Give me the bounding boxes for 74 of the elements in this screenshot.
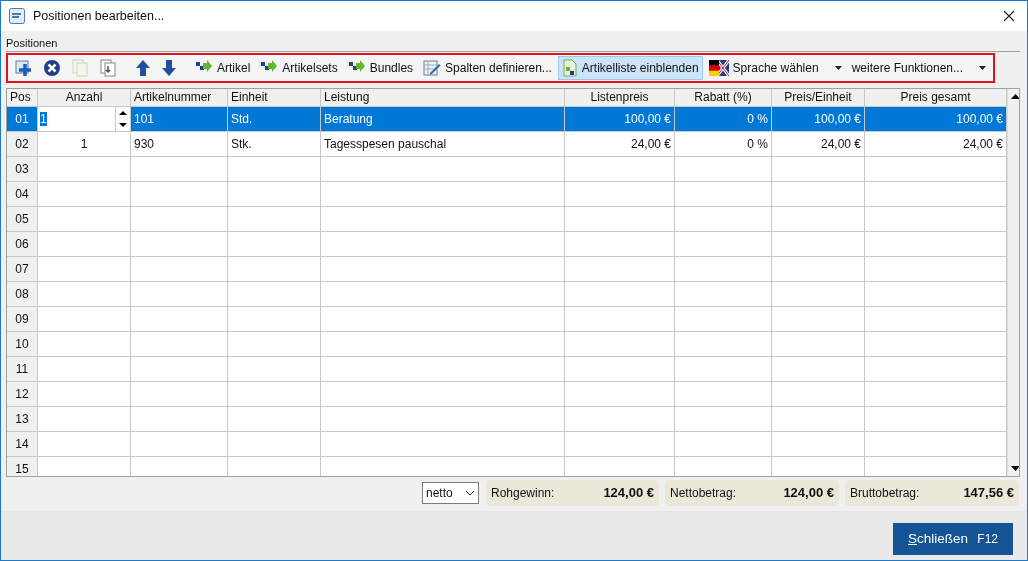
table-cell: 0 % [747, 137, 768, 151]
total-value: 147,56 € [963, 484, 1014, 503]
table-cell: Tagesspesen pauschal [324, 137, 447, 151]
table-row[interactable]: 12 [7, 382, 1007, 407]
table-cell: 100,00 € [956, 112, 1003, 126]
table-row[interactable]: 03 [7, 157, 1007, 182]
table-cell: Std. [231, 112, 253, 126]
table-row[interactable]: 10 [7, 332, 1007, 357]
row-header[interactable]: 05 [7, 207, 38, 232]
table-cell: 0 % [747, 112, 768, 126]
table-cell: 24,00 € [630, 137, 671, 151]
total-label: Rohgewinn: [491, 485, 555, 502]
table-row[interactable]: 14 [7, 432, 1007, 457]
row-header[interactable]: 13 [7, 407, 38, 432]
copy-icon [71, 59, 89, 77]
table-row[interactable]: 06 [7, 232, 1007, 257]
toolbar-button[interactable]: Bundles [343, 56, 418, 80]
table-cell: 24,00 € [820, 137, 861, 151]
total-label: Bruttobetrag: [850, 485, 920, 502]
table-row[interactable]: 05 [7, 207, 1007, 232]
table-row[interactable]: 04 [7, 182, 1007, 207]
row-header[interactable]: 07 [7, 257, 38, 282]
scrollbar[interactable] [1007, 89, 1019, 476]
table-cell: 1 [80, 137, 88, 151]
row-header[interactable]: 11 [7, 357, 38, 382]
row-header[interactable]: 08 [7, 282, 38, 307]
window-title: Positionen bearbeiten... [33, 7, 165, 25]
row-header[interactable]: 10 [7, 332, 38, 357]
table-cell: 24,00 € [962, 137, 1003, 151]
arrow-down-icon [161, 59, 177, 77]
row-header[interactable]: 14 [7, 432, 38, 457]
table-cell: Stk. [231, 137, 252, 151]
row-header[interactable]: 15 [7, 457, 38, 476]
table-cell: 101 [134, 112, 155, 126]
toolbar-button[interactable]: Artikelliste einblenden [557, 56, 703, 80]
toolbar-button[interactable]: Spalten definieren... [419, 56, 556, 80]
table-row[interactable]: 13 [7, 407, 1007, 432]
toolbar-button[interactable]: Sprache wählen [704, 56, 846, 80]
document-icon [561, 59, 578, 77]
row-header[interactable]: 04 [7, 182, 38, 207]
table-row[interactable]: 01 1 101 Std. Beratung 100,00 € 0 % 100,00 € 100,00 € [7, 107, 1007, 132]
tax-mode-dropdown[interactable]: netto [422, 482, 479, 504]
total-value: 124,00 € [783, 484, 834, 503]
quantity-spinner[interactable]: 1 [38, 107, 131, 132]
toolbar-button[interactable]: Artikelsets [256, 56, 342, 80]
paste-icon [99, 59, 117, 77]
flag-icon [708, 59, 729, 77]
app-icon [9, 8, 25, 24]
table-row[interactable]: 09 [7, 307, 1007, 332]
group-label: Positionen [6, 37, 59, 50]
total-label: Nettobetrag: [670, 485, 737, 502]
arrow-up-icon [135, 59, 151, 77]
add-row-icon [15, 59, 33, 77]
total-value: 124,00 € [603, 484, 654, 503]
delete-icon [43, 59, 61, 77]
row-header[interactable]: 12 [7, 382, 38, 407]
row-header[interactable]: 09 [7, 307, 38, 332]
table-row[interactable]: 07 [7, 257, 1007, 282]
edit-table-icon [423, 59, 442, 77]
table-cell: 930 [134, 137, 155, 151]
toolbar-button[interactable]: Artikel [191, 56, 255, 80]
close-icon[interactable] [1003, 10, 1015, 22]
close-button[interactable]: Schließen F12 [893, 523, 1013, 555]
table-row[interactable]: 08 [7, 282, 1007, 307]
table-row[interactable]: 02 1 930 Stk. Tagesspesen pauschal 24,00 € 0 % 24,00 € 24,00 € [7, 132, 1007, 157]
table-row[interactable]: 11 [7, 357, 1007, 382]
chevron-down-icon [465, 490, 475, 496]
toolbar-button[interactable]: weitere Funktionen... [847, 56, 991, 80]
row-header[interactable]: 06 [7, 232, 38, 257]
table-cell: 100,00 € [624, 112, 671, 126]
row-header[interactable]: 03 [7, 157, 38, 182]
table-cell: Beratung [324, 112, 373, 126]
table-cell: 100,00 € [814, 112, 861, 126]
row-header[interactable]: 02 [7, 132, 38, 157]
